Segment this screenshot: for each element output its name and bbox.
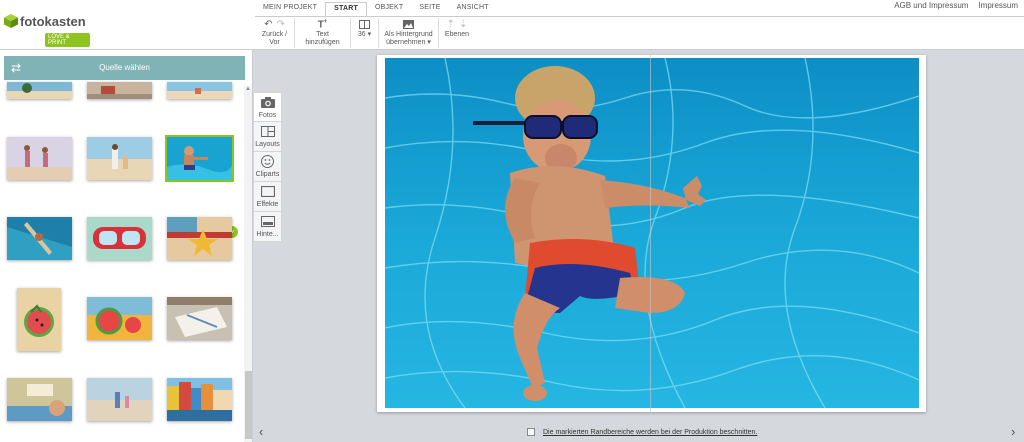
side-tab-label: Fotos bbox=[258, 112, 277, 119]
photo-thumbnail[interactable] bbox=[87, 137, 152, 180]
page-size-select[interactable]: 36 ▾ bbox=[351, 18, 379, 48]
side-tab-layouts[interactable]: Layouts bbox=[253, 122, 282, 152]
undo-redo-button[interactable]: ↶ ↷ Zurück / Vor bbox=[255, 18, 295, 48]
side-tab-fotos[interactable]: Fotos bbox=[253, 92, 282, 122]
set-background-label-2: übernehmen ▾ bbox=[386, 39, 431, 46]
photo-thumbnail[interactable] bbox=[87, 217, 152, 260]
logo[interactable]: fotokasten LOVE & PRINT bbox=[0, 8, 90, 47]
next-page-arrow[interactable]: › bbox=[1011, 424, 1015, 439]
layers-label: Ebenen bbox=[444, 31, 470, 38]
photo-thumbnail[interactable] bbox=[167, 217, 232, 260]
side-tool-tabs: Fotos Layouts Cliparts Effekte Hinte... bbox=[253, 92, 282, 242]
layer-up-icon: ⇡ bbox=[446, 19, 455, 30]
side-tab-label: Layouts bbox=[255, 141, 280, 148]
background-icon bbox=[260, 216, 275, 227]
tab-mein-projekt[interactable]: MEIN PROJEKT bbox=[255, 2, 325, 16]
side-tab-label: Hinte... bbox=[256, 231, 279, 238]
photo-thumbnail[interactable] bbox=[167, 82, 232, 99]
photo-thumbnail[interactable] bbox=[167, 378, 232, 421]
photo-thumbnail[interactable] bbox=[167, 297, 232, 340]
book-icon bbox=[359, 20, 370, 29]
photo-thumbnail[interactable] bbox=[87, 378, 152, 421]
camera-icon bbox=[260, 97, 275, 108]
cube-logo-icon bbox=[4, 14, 18, 28]
layer-down-icon: ⇣ bbox=[459, 19, 468, 30]
undo-icon[interactable]: ↶ bbox=[264, 19, 272, 30]
add-text-label: Text hinzufügen bbox=[305, 31, 340, 46]
photo-thumbnail-selected[interactable] bbox=[165, 135, 234, 182]
scroll-up-icon[interactable]: ▲ bbox=[245, 86, 251, 92]
photo-thumbnail[interactable] bbox=[7, 137, 72, 180]
side-tab-cliparts[interactable]: Cliparts bbox=[253, 152, 282, 182]
side-tab-label: Effekte bbox=[256, 201, 279, 208]
imprint-link[interactable]: Impressum bbox=[978, 1, 1018, 10]
photobook-spread[interactable] bbox=[377, 55, 926, 412]
photo-sidebar: ⇄ Quelle wählen ✓ bbox=[0, 50, 253, 442]
tab-seite[interactable]: SEITE bbox=[411, 2, 448, 16]
photo-thumbnail[interactable] bbox=[17, 288, 61, 351]
set-background-label-1: Als Hintergrund bbox=[384, 31, 433, 38]
photo-thumbnail[interactable] bbox=[7, 82, 72, 99]
text-add-icon: T+ bbox=[317, 18, 328, 31]
brand-tagline: LOVE & PRINT bbox=[45, 33, 90, 47]
photo-thumbnail[interactable] bbox=[7, 217, 72, 260]
previous-page-arrow[interactable]: ‹ bbox=[259, 424, 263, 439]
sidebar-scrollbar[interactable]: ▲ bbox=[244, 86, 252, 442]
bleed-hint-text[interactable]: Die markierten Randbereiche werden bei d… bbox=[543, 429, 757, 436]
scrollbar-thumb[interactable] bbox=[245, 371, 252, 439]
top-links: AGB und Impressum Impressum bbox=[894, 1, 1018, 10]
side-tab-label: Cliparts bbox=[255, 171, 280, 178]
photo-thumbnail[interactable] bbox=[87, 297, 152, 340]
side-tab-hintergrund[interactable]: Hinte... bbox=[253, 212, 282, 242]
toolbar: ↶ ↷ Zurück / Vor T+ Text hinzufügen 36 ▾… bbox=[255, 18, 475, 48]
page-size-value: 36 ▾ bbox=[357, 31, 372, 38]
top-bar: fotokasten LOVE & PRINT MEIN PROJEKT STA… bbox=[0, 0, 1024, 50]
terms-imprint-link[interactable]: AGB und Impressum bbox=[894, 1, 968, 10]
side-tab-effekte[interactable]: Effekte bbox=[253, 182, 282, 212]
image-icon bbox=[403, 20, 414, 29]
photo-thumbnail[interactable] bbox=[87, 82, 152, 99]
menu-tabs: MEIN PROJEKT START OBJEKT SEITE ANSICHT bbox=[255, 2, 497, 16]
bleed-hint: Die markierten Randbereiche werden bei d… bbox=[527, 428, 757, 436]
layouts-icon bbox=[260, 126, 275, 137]
layers-button[interactable]: ⇡ ⇣ Ebenen bbox=[439, 18, 475, 48]
undo-label: Zurück / Vor bbox=[261, 31, 288, 46]
add-text-button[interactable]: T+ Text hinzufügen bbox=[295, 18, 351, 48]
tab-ansicht[interactable]: ANSICHT bbox=[449, 2, 497, 16]
tab-objekt[interactable]: OBJEKT bbox=[367, 2, 411, 16]
bleed-hint-checkbox[interactable] bbox=[527, 428, 535, 436]
tab-divider bbox=[255, 16, 1024, 17]
book-spine-line bbox=[650, 55, 651, 412]
set-background-button[interactable]: Als Hintergrund übernehmen ▾ bbox=[379, 18, 439, 48]
pool-photo[interactable] bbox=[385, 58, 919, 408]
choose-source-label: Quelle wählen bbox=[99, 63, 150, 72]
choose-source-button[interactable]: ⇄ Quelle wählen bbox=[4, 56, 245, 80]
tab-start[interactable]: START bbox=[325, 2, 367, 16]
redo-icon[interactable]: ↷ bbox=[277, 19, 285, 30]
frame-icon bbox=[260, 186, 275, 197]
brand-name: fotokasten bbox=[20, 14, 86, 29]
smiley-icon bbox=[261, 155, 274, 168]
photo-thumbnail[interactable] bbox=[7, 378, 72, 421]
swap-arrows-icon: ⇄ bbox=[11, 61, 22, 75]
